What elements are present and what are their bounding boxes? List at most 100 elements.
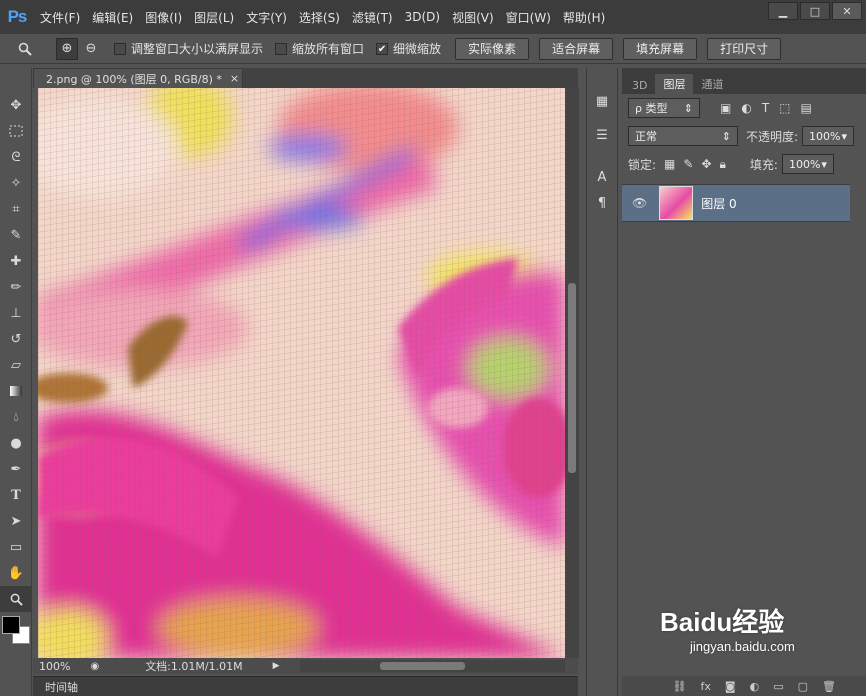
blur-tool-icon[interactable]: 💧︎ <box>0 404 32 430</box>
character-icon[interactable]: A <box>587 164 617 190</box>
horizontal-scrollbar[interactable] <box>300 660 565 672</box>
zoom-level[interactable]: 100% <box>39 660 70 673</box>
document-title: 2.png @ 100% (图层 0, RGB/8) * <box>46 72 222 86</box>
scrubby-zoom-checkbox[interactable]: ✔ 细微缩放 <box>376 40 441 57</box>
link-layers-icon[interactable]: ⛓ <box>673 680 687 693</box>
menu-view[interactable]: 视图(V) <box>446 9 500 26</box>
new-layer-icon[interactable]: ▢ <box>798 680 808 693</box>
zoom-all-checkbox[interactable]: 缩放所有窗口 <box>275 40 364 57</box>
panel-dock-strip: ▦ ☰ A ¶ <box>586 68 618 696</box>
close-tab-icon[interactable]: × <box>230 72 239 85</box>
move-tool-icon[interactable]: ✥ <box>0 92 32 118</box>
actual-pixels-button[interactable]: 实际像素 <box>455 37 530 60</box>
add-mask-icon[interactable]: ◙ <box>725 680 736 693</box>
checkbox-box[interactable]: ✔ <box>376 42 389 55</box>
fill-screen-button[interactable]: 填充屏幕 <box>623 37 698 60</box>
crop-tool-icon[interactable]: ⌗ <box>0 196 32 222</box>
paragraph-icon[interactable]: ¶ <box>587 190 617 216</box>
menu-window[interactable]: 窗口(W) <box>500 9 557 26</box>
menu-layer[interactable]: 图层(L) <box>188 9 240 26</box>
menu-filter[interactable]: 滤镜(T) <box>346 9 399 26</box>
eyedropper-tool-icon[interactable]: ✎ <box>0 222 32 248</box>
lock-row: 锁定: ▦ ✎ ✥ 🔒︎ 填充: 100% ▾ <box>622 150 866 178</box>
close-button[interactable]: ✕ <box>832 2 862 20</box>
chevron-down-icon: ⇕ <box>721 129 731 143</box>
blend-mode-dropdown[interactable]: 正常 ⇕ <box>628 126 738 146</box>
rectangle-tool-icon[interactable]: ▭ <box>0 534 32 560</box>
healing-brush-tool-icon[interactable]: ✚ <box>0 248 32 274</box>
menu-edit[interactable]: 编辑(E) <box>86 9 139 26</box>
layer-row[interactable]: 👁︎ 图层 0 <box>622 184 850 222</box>
lock-all-icon[interactable]: 🔒︎ <box>720 157 726 172</box>
eraser-tool-icon[interactable]: ▱ <box>0 352 32 378</box>
lock-position-icon[interactable]: ✥ <box>701 157 711 171</box>
menu-type[interactable]: 文字(Y) <box>240 9 293 26</box>
layer-filter-row: ρ 类型 ⇕ ▣ ◐ T ⬚ ▤ <box>622 94 866 122</box>
zoom-in-icon[interactable]: ⊕ <box>56 37 78 60</box>
type-tool-icon[interactable]: T <box>0 482 32 508</box>
magnifier-icon[interactable] <box>14 38 36 60</box>
status-menu-arrow-icon[interactable]: ▶ <box>273 661 280 671</box>
tab-channels[interactable]: 通道 <box>693 74 731 94</box>
pen-tool-icon[interactable]: ✒ <box>0 456 32 482</box>
layer-style-icon[interactable]: fx <box>701 680 711 693</box>
baidu-watermark: Baidu经验 jingyan.baidu.com <box>660 602 795 654</box>
zoom-all-label: 缩放所有窗口 <box>292 42 365 56</box>
horizontal-scroll-thumb[interactable] <box>380 662 465 670</box>
history-brush-tool-icon[interactable]: ↺ <box>0 326 32 352</box>
vertical-scrollbar[interactable] <box>565 88 579 658</box>
maximize-button[interactable]: □ <box>800 2 830 20</box>
history-icon[interactable]: ▦ <box>587 88 617 114</box>
vertical-scroll-thumb[interactable] <box>568 283 576 473</box>
timeline-label[interactable]: 时间轴 <box>45 679 78 695</box>
clone-stamp-tool-icon[interactable]: ⊥ <box>0 300 32 326</box>
document-tab[interactable]: 2.png @ 100% (图层 0, RGB/8) * × <box>33 68 243 88</box>
hand-tool-icon[interactable]: ✋ <box>0 560 32 586</box>
layer-filter-dropdown[interactable]: ρ 类型 ⇕ <box>628 98 700 118</box>
layer-name[interactable]: 图层 0 <box>701 195 736 212</box>
path-selection-tool-icon[interactable]: ➤ <box>0 508 32 534</box>
menu-file[interactable]: 文件(F) <box>34 9 86 26</box>
color-swatches[interactable] <box>0 612 31 652</box>
menu-image[interactable]: 图像(I) <box>139 9 188 26</box>
lasso-tool-icon[interactable]: ᘓ <box>0 144 32 170</box>
delete-layer-icon[interactable]: 🗑︎ <box>822 680 836 693</box>
resize-windows-checkbox[interactable]: 调整窗口大小以满屏显示 <box>114 40 263 57</box>
minimize-button[interactable]: ▁ <box>768 2 798 20</box>
menu-help[interactable]: 帮助(H) <box>557 9 611 26</box>
brush-tool-icon[interactable]: ✏ <box>0 274 32 300</box>
zoom-tool-icon[interactable] <box>0 586 32 612</box>
fill-label: 填充: <box>749 157 778 172</box>
properties-icon[interactable]: ☰ <box>587 122 617 148</box>
visibility-eye-icon[interactable]: 👁︎ <box>632 196 647 210</box>
pixel-filter-icon[interactable]: ▣ <box>720 101 731 115</box>
foreground-color-swatch[interactable] <box>2 616 20 634</box>
new-adjustment-icon[interactable]: ◐ <box>750 680 760 693</box>
tab-3d[interactable]: 3D <box>624 77 655 94</box>
zoom-out-icon[interactable]: ⊖ <box>80 38 102 60</box>
magic-wand-tool-icon[interactable]: ✧ <box>0 170 32 196</box>
checkbox-box[interactable] <box>275 42 288 55</box>
print-size-button[interactable]: 打印尺寸 <box>707 37 782 60</box>
new-group-icon[interactable]: ▭ <box>773 680 783 693</box>
opacity-field[interactable]: 100% ▾ <box>802 126 855 146</box>
dodge-tool-icon[interactable]: ● <box>0 430 32 456</box>
checkbox-box[interactable] <box>114 42 126 55</box>
marquee-tool-icon[interactable] <box>0 118 32 144</box>
menu-3d[interactable]: 3D(D) <box>399 10 446 24</box>
menu-select[interactable]: 选择(S) <box>293 9 346 26</box>
fit-screen-button[interactable]: 适合屏幕 <box>539 37 614 60</box>
status-icon[interactable]: ◉ <box>90 661 99 672</box>
fill-field[interactable]: 100% ▾ <box>781 154 834 174</box>
menu-bar: Ps 文件(F) 编辑(E) 图像(I) 图层(L) 文字(Y) 选择(S) 滤… <box>0 0 866 34</box>
adjustment-filter-icon[interactable]: ◐ <box>741 101 751 115</box>
tab-layers[interactable]: 图层 <box>655 74 694 94</box>
lock-transparency-icon[interactable]: ▦ <box>664 157 675 171</box>
timeline-panel[interactable]: 时间轴 <box>33 676 578 696</box>
type-filter-icon[interactable]: T <box>762 101 769 115</box>
smart-object-filter-icon[interactable]: ▤ <box>801 101 812 115</box>
document-canvas[interactable] <box>38 88 565 658</box>
lock-pixels-icon[interactable]: ✎ <box>683 157 693 171</box>
gradient-tool-icon[interactable] <box>0 378 32 404</box>
shape-filter-icon[interactable]: ⬚ <box>779 101 790 115</box>
